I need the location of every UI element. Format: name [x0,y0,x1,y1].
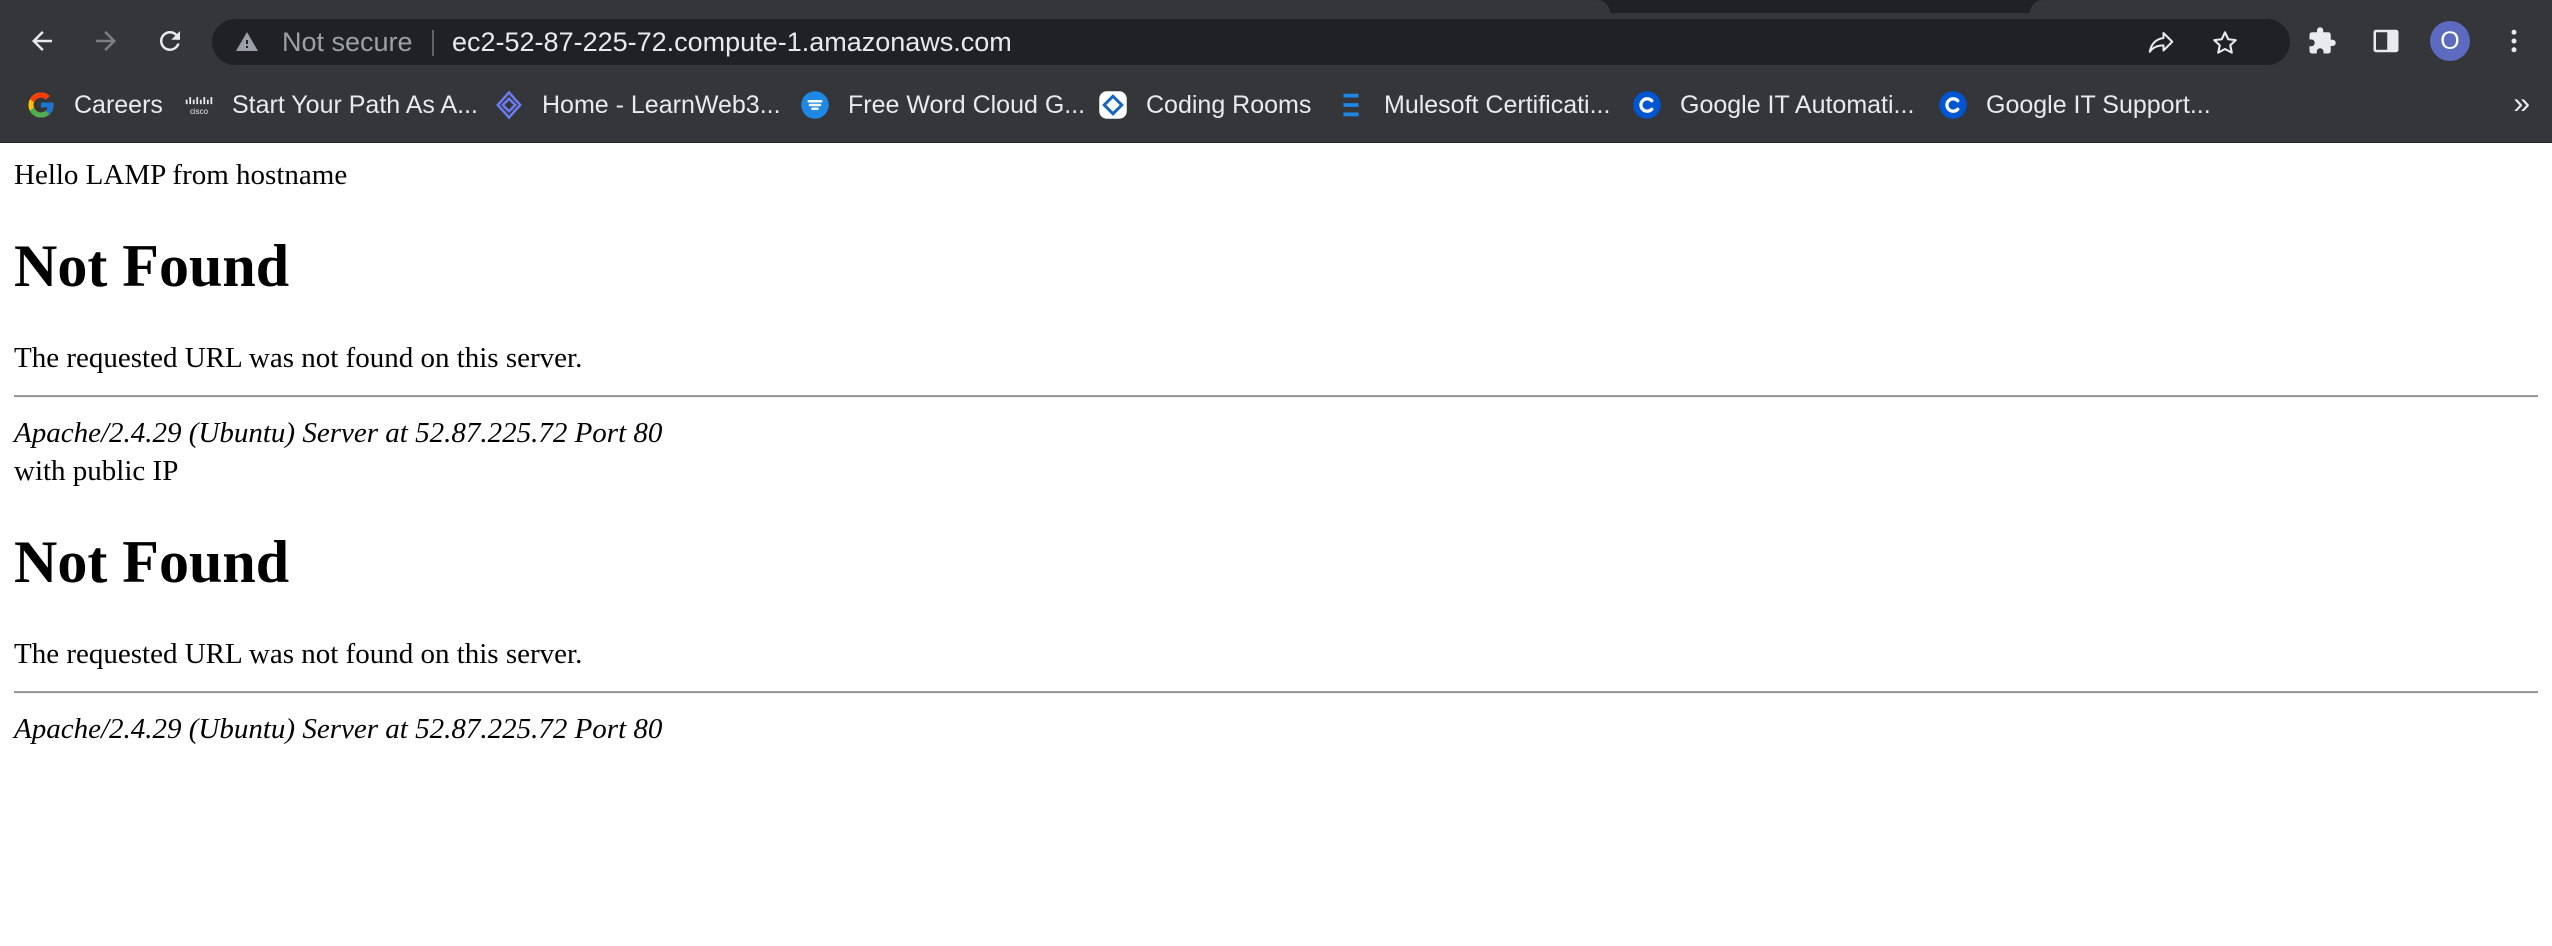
bookmark-coding-rooms[interactable]: Coding Rooms [1098,85,1311,125]
google-icon [26,90,56,120]
error-message: The requested URL was not found on this … [14,638,583,670]
bookmark-word-cloud[interactable]: Free Word Cloud G... [800,85,1085,125]
bookmark-careers[interactable]: Careers [26,85,163,125]
bookmark-cisco[interactable]: cisco Start Your Path As A... [184,85,478,125]
word-cloud-icon [800,90,830,120]
bookmarks-overflow-button[interactable]: » [2513,89,2530,119]
cisco-icon: cisco [184,90,214,120]
side-panel-button[interactable] [2358,13,2414,69]
menu-button[interactable] [2486,13,2542,69]
avatar: O [2430,21,2470,61]
divider [14,395,2538,398]
toolbar: Not secure ec2-52-87-225-72.compute-1.am… [0,13,2552,69]
reload-button[interactable] [142,13,198,69]
svg-text:cisco: cisco [190,107,209,116]
inactive-tab-edge[interactable] [2030,0,2552,13]
coursera-icon [1938,90,1968,120]
warning-icon[interactable] [234,30,260,54]
star-icon[interactable] [2210,28,2240,58]
bookmark-google-it-automation[interactable]: Google IT Automati... [1632,85,1914,125]
side-panel-icon [2373,29,2399,53]
reload-icon [159,30,180,51]
forward-button[interactable] [78,13,134,69]
bookmark-label: Mulesoft Certificati... [1384,91,1611,119]
security-label[interactable]: Not secure [282,29,413,56]
profile-button[interactable]: O [2422,13,2478,69]
middle-text: with public IP [14,455,179,487]
bookmarks-bar: Careers cisco Start Your Path As A... Ho… [0,69,2552,143]
browser-chrome: Not secure ec2-52-87-225-72.compute-1.am… [0,0,2552,143]
bookmark-label: Coding Rooms [1146,91,1312,119]
bookmark-mulesoft[interactable]: Mulesoft Certificati... [1336,85,1610,125]
bookmark-label: Home - LearnWeb3... [542,91,781,119]
url-text[interactable]: ec2-52-87-225-72.compute-1.amazonaws.com [452,29,1012,56]
coding-rooms-icon [1098,90,1128,120]
server-signature: Apache/2.4.29 (Ubuntu) Server at 52.87.2… [14,417,663,449]
tab-strip [0,0,2552,13]
extensions-button[interactable] [2294,13,2350,69]
server-signature: Apache/2.4.29 (Ubuntu) Server at 52.87.2… [14,713,663,745]
bookmark-label: Google IT Automati... [1680,91,1915,119]
bookmark-learnweb3[interactable]: Home - LearnWeb3... [494,85,781,125]
active-tab-edge[interactable] [0,0,1610,13]
divider [14,691,2538,694]
bookmark-label: Start Your Path As A... [232,91,478,119]
forward-arrow-icon [96,31,116,51]
bookmark-google-it-support[interactable]: Google IT Support... [1938,85,2211,125]
kebab-menu-icon [2511,29,2517,53]
bookmark-label: Careers [74,91,163,119]
bookmark-label: Google IT Support... [1986,91,2211,119]
back-arrow-icon [32,31,52,51]
page-content: Hello LAMP from hostname Not Found The r… [0,142,2552,748]
error-message: The requested URL was not found on this … [14,342,583,374]
omnibox-separator [432,30,434,56]
error-heading: Not Found [14,233,290,299]
learnweb3-icon [494,90,524,120]
share-icon[interactable] [2146,28,2176,58]
coursera-icon [1632,90,1662,120]
bookmark-label: Free Word Cloud G... [848,91,1086,119]
back-button[interactable] [14,13,70,69]
address-bar[interactable]: Not secure ec2-52-87-225-72.compute-1.am… [212,19,2290,65]
puzzle-icon [2309,27,2336,54]
mulesoft-icon [1336,90,1366,120]
intro-text: Hello LAMP from hostname [14,159,348,191]
error-heading: Not Found [14,529,290,595]
